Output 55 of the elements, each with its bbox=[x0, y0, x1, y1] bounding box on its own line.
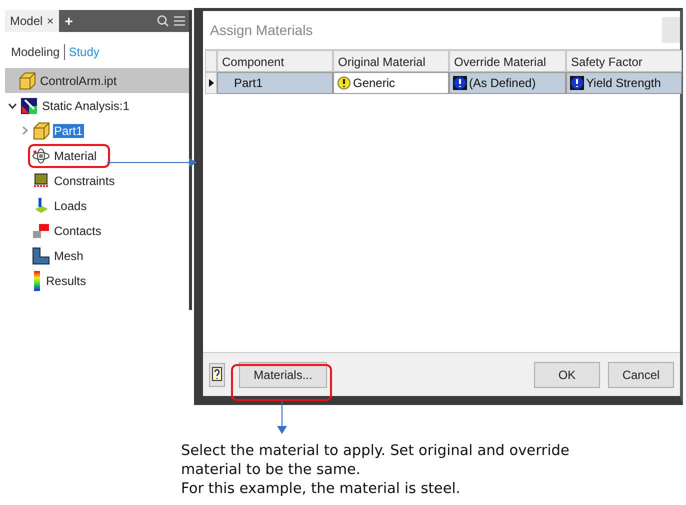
info-icon bbox=[570, 76, 584, 90]
help-icon bbox=[212, 366, 222, 382]
tree-row[interactable]: Results bbox=[5, 268, 189, 293]
tree-row[interactable]: Loads bbox=[5, 193, 189, 218]
mesh-icon bbox=[32, 246, 50, 264]
ok-button[interactable]: OK bbox=[534, 362, 600, 388]
tree-row[interactable]: Part1 bbox=[5, 118, 189, 143]
contact-icon bbox=[32, 222, 50, 238]
table-cell[interactable]: Generic bbox=[333, 72, 449, 94]
cube-icon bbox=[18, 72, 36, 90]
dialog-title: Assign Materials bbox=[210, 22, 313, 38]
column-header[interactable]: Original Material bbox=[333, 50, 449, 72]
analysis-icon bbox=[20, 96, 38, 114]
table-cell[interactable]: Part1 bbox=[217, 72, 333, 94]
tree-row[interactable]: Static Analysis:1 bbox=[5, 93, 189, 118]
tree-item[interactable]: ControlArm.ipt bbox=[39, 74, 118, 88]
column-header[interactable]: Component bbox=[217, 50, 333, 72]
column-header[interactable]: Safety Factor bbox=[566, 50, 682, 72]
tree-row[interactable]: Contacts bbox=[5, 218, 189, 243]
cancel-button[interactable]: Cancel bbox=[608, 362, 674, 388]
add-tab-button[interactable]: + bbox=[58, 13, 79, 29]
help-button[interactable] bbox=[209, 362, 225, 386]
close-icon[interactable]: × bbox=[46, 14, 54, 28]
color-scale-icon bbox=[32, 270, 42, 290]
tree-item[interactable]: Part1 bbox=[53, 124, 84, 138]
tree-item[interactable]: Constraints bbox=[53, 174, 116, 188]
menu-icon[interactable] bbox=[174, 15, 185, 27]
model-tab[interactable]: Model × bbox=[5, 10, 59, 32]
tree-row[interactable]: ControlArm.ipt bbox=[5, 68, 189, 93]
tree-item[interactable]: Mesh bbox=[53, 248, 84, 262]
row-pointer-icon bbox=[208, 79, 214, 87]
tree-item[interactable]: Loads bbox=[53, 198, 88, 212]
tree-item[interactable]: Results bbox=[45, 274, 88, 288]
constraint-icon bbox=[32, 172, 50, 190]
materials-button[interactable]: Materials... bbox=[239, 362, 327, 388]
info-icon bbox=[453, 76, 467, 90]
tree-row[interactable]: Mesh bbox=[5, 243, 189, 268]
chevron-right-icon[interactable] bbox=[20, 126, 28, 135]
tree-item[interactable]: Material bbox=[53, 148, 98, 162]
tree-row[interactable]: Constraints bbox=[5, 168, 189, 193]
atom-icon bbox=[32, 148, 50, 164]
search-icon[interactable] bbox=[157, 15, 169, 27]
chevron-down-icon[interactable] bbox=[8, 101, 16, 110]
tree-row[interactable]: Material bbox=[5, 143, 189, 168]
callout-arrow bbox=[277, 401, 287, 434]
cube-icon bbox=[32, 122, 50, 140]
tree-item[interactable]: Contacts bbox=[53, 224, 102, 238]
warning-icon bbox=[337, 76, 351, 90]
caption-text: Select the material to apply. Set original and override material to be the same. For this example, the material is steel. bbox=[181, 442, 570, 499]
table-cell[interactable]: (As Defined) bbox=[449, 72, 566, 94]
tree-item[interactable]: Static Analysis:1 bbox=[41, 98, 130, 112]
table-cell[interactable]: Yield Strength bbox=[566, 72, 682, 94]
column-header[interactable]: Override Material bbox=[449, 50, 566, 72]
view-switch[interactable]: Modeling bbox=[11, 45, 60, 59]
row-indicator[interactable] bbox=[205, 72, 217, 94]
